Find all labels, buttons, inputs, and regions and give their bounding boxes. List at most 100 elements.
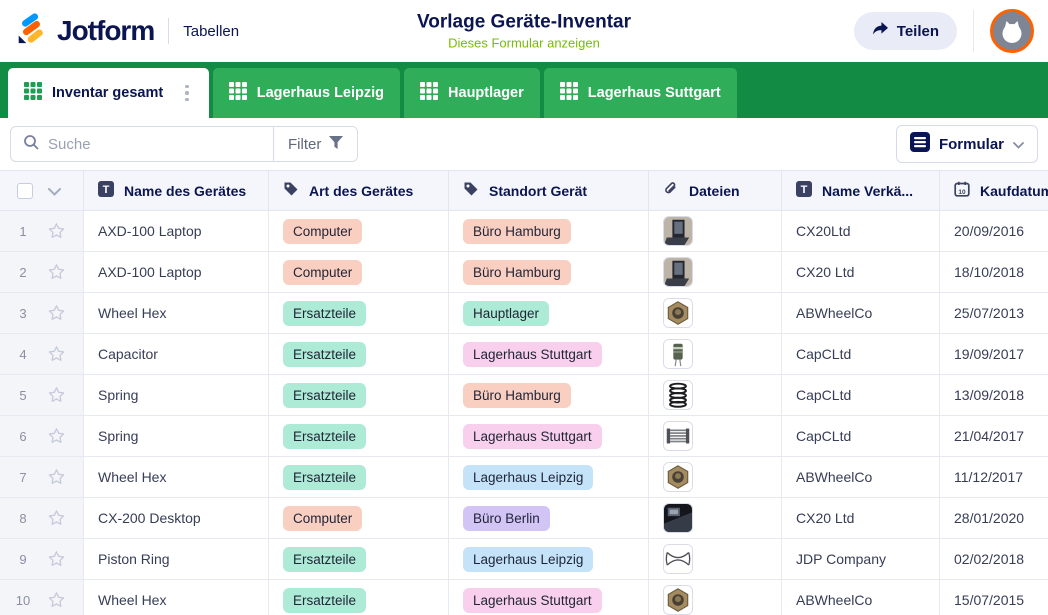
cell-kaufdatum[interactable]: 15/07/2015: [939, 580, 1048, 615]
cell-art[interactable]: Ersatzteile: [268, 334, 448, 374]
cell-name[interactable]: AXD-100 Laptop: [83, 211, 268, 251]
star-icon[interactable]: [47, 386, 66, 404]
cell-name[interactable]: Spring: [83, 416, 268, 456]
cell-name[interactable]: Spring: [83, 375, 268, 415]
cell-kaufdatum[interactable]: 28/01/2020: [939, 498, 1048, 538]
column-header-standort-ger-t[interactable]: Standort Gerät: [448, 171, 648, 210]
cell-art[interactable]: Ersatzteile: [268, 580, 448, 615]
search-box[interactable]: [11, 127, 273, 161]
cell-verkaeufer[interactable]: ABWheelCo: [781, 580, 939, 615]
cell-name[interactable]: AXD-100 Laptop: [83, 252, 268, 292]
cell-name[interactable]: Wheel Hex: [83, 580, 268, 615]
cell-standort[interactable]: Lagerhaus Stuttgart: [448, 416, 648, 456]
column-header-name-verk-[interactable]: TName Verkä...: [781, 171, 939, 210]
cell-standort[interactable]: Büro Hamburg: [448, 375, 648, 415]
cell-name[interactable]: CX-200 Desktop: [83, 498, 268, 538]
cell-standort[interactable]: Lagerhaus Leipzig: [448, 539, 648, 579]
cell-verkaeufer[interactable]: CX20Ltd: [781, 211, 939, 251]
cell-verkaeufer[interactable]: CX20 Ltd: [781, 498, 939, 538]
coil-photo[interactable]: [663, 421, 693, 451]
star-icon[interactable]: [47, 263, 66, 281]
cell-verkaeufer[interactable]: ABWheelCo: [781, 293, 939, 333]
tab-lagerhaus-suttgart[interactable]: Lagerhaus Suttgart: [544, 68, 737, 118]
cell-verkaeufer[interactable]: CX20 Ltd: [781, 252, 939, 292]
capacitor-photo[interactable]: [663, 339, 693, 369]
column-header-kaufdatum[interactable]: 10Kaufdatum: [939, 171, 1048, 210]
search-input[interactable]: [48, 136, 261, 153]
star-icon[interactable]: [47, 468, 66, 486]
star-icon[interactable]: [47, 304, 66, 322]
tab-hauptlager[interactable]: Hauptlager: [404, 68, 540, 118]
cell-standort[interactable]: Büro Berlin: [448, 498, 648, 538]
cell-name[interactable]: Wheel Hex: [83, 293, 268, 333]
cell-standort[interactable]: Hauptlager: [448, 293, 648, 333]
cell-verkaeufer[interactable]: JDP Company: [781, 539, 939, 579]
cell-dateien[interactable]: [648, 334, 781, 374]
cell-art[interactable]: Computer: [268, 211, 448, 251]
tab-inventar-gesamt[interactable]: Inventar gesamt: [8, 68, 209, 118]
spring-photo[interactable]: [663, 380, 693, 410]
star-icon[interactable]: [47, 591, 66, 609]
cell-verkaeufer[interactable]: CapCLtd: [781, 334, 939, 374]
cell-verkaeufer[interactable]: ABWheelCo: [781, 457, 939, 497]
laptop-photo[interactable]: [663, 216, 693, 246]
cell-kaufdatum[interactable]: 18/10/2018: [939, 252, 1048, 292]
cell-standort[interactable]: Büro Hamburg: [448, 211, 648, 251]
cell-dateien[interactable]: [648, 539, 781, 579]
cell-art[interactable]: Ersatzteile: [268, 457, 448, 497]
laptop-photo[interactable]: [663, 257, 693, 287]
cell-dateien[interactable]: [648, 457, 781, 497]
share-button[interactable]: Teilen: [854, 12, 957, 50]
column-header-art-des-ger-tes[interactable]: Art des Gerätes: [268, 171, 448, 210]
hex-nut-photo[interactable]: [663, 585, 693, 615]
form-view-button[interactable]: Formular: [896, 125, 1038, 163]
cell-verkaeufer[interactable]: CapCLtd: [781, 375, 939, 415]
cell-art[interactable]: Ersatzteile: [268, 416, 448, 456]
cell-kaufdatum[interactable]: 25/07/2013: [939, 293, 1048, 333]
cell-dateien[interactable]: [648, 498, 781, 538]
view-form-link[interactable]: Dieses Formular anzeigen: [417, 36, 631, 51]
cell-standort[interactable]: Lagerhaus Leipzig: [448, 457, 648, 497]
cell-dateien[interactable]: [648, 375, 781, 415]
tab-menu-kebab-icon[interactable]: [181, 82, 193, 105]
cell-kaufdatum[interactable]: 11/12/2017: [939, 457, 1048, 497]
filter-button[interactable]: Filter: [273, 127, 357, 161]
cell-name[interactable]: Piston Ring: [83, 539, 268, 579]
star-icon[interactable]: [47, 345, 66, 363]
cell-art[interactable]: Computer: [268, 252, 448, 292]
cell-art[interactable]: Ersatzteile: [268, 539, 448, 579]
cell-kaufdatum[interactable]: 21/04/2017: [939, 416, 1048, 456]
hex-nut-photo[interactable]: [663, 462, 693, 492]
cell-dateien[interactable]: [648, 252, 781, 292]
cell-dateien[interactable]: [648, 580, 781, 615]
star-icon[interactable]: [47, 222, 66, 240]
cell-name[interactable]: Wheel Hex: [83, 457, 268, 497]
collapse-chevron-icon[interactable]: [48, 183, 61, 199]
cell-kaufdatum[interactable]: 13/09/2018: [939, 375, 1048, 415]
select-all-checkbox[interactable]: [17, 183, 33, 199]
cell-dateien[interactable]: [648, 416, 781, 456]
cell-art[interactable]: Ersatzteile: [268, 375, 448, 415]
tab-lagerhaus-leipzig[interactable]: Lagerhaus Leipzig: [213, 68, 400, 118]
desktop-photo[interactable]: [663, 503, 693, 533]
cell-art[interactable]: Ersatzteile: [268, 293, 448, 333]
user-avatar[interactable]: [990, 9, 1034, 53]
cell-kaufdatum[interactable]: 19/09/2017: [939, 334, 1048, 374]
cell-standort[interactable]: Lagerhaus Stuttgart: [448, 580, 648, 615]
ring-sketch[interactable]: [663, 544, 693, 574]
cell-standort[interactable]: Lagerhaus Stuttgart: [448, 334, 648, 374]
jotform-logo[interactable]: Jotform: [14, 12, 154, 51]
cell-name[interactable]: Capacitor: [83, 334, 268, 374]
cell-art[interactable]: Computer: [268, 498, 448, 538]
star-icon[interactable]: [47, 550, 66, 568]
column-header-dateien[interactable]: Dateien: [648, 171, 781, 210]
cell-dateien[interactable]: [648, 293, 781, 333]
hex-nut-photo[interactable]: [663, 298, 693, 328]
cell-standort[interactable]: Büro Hamburg: [448, 252, 648, 292]
column-header-name-des-ger-tes[interactable]: TName des Gerätes: [83, 171, 268, 210]
cell-dateien[interactable]: [648, 211, 781, 251]
star-icon[interactable]: [47, 427, 66, 445]
cell-kaufdatum[interactable]: 20/09/2016: [939, 211, 1048, 251]
star-icon[interactable]: [47, 509, 66, 527]
cell-verkaeufer[interactable]: CapCLtd: [781, 416, 939, 456]
